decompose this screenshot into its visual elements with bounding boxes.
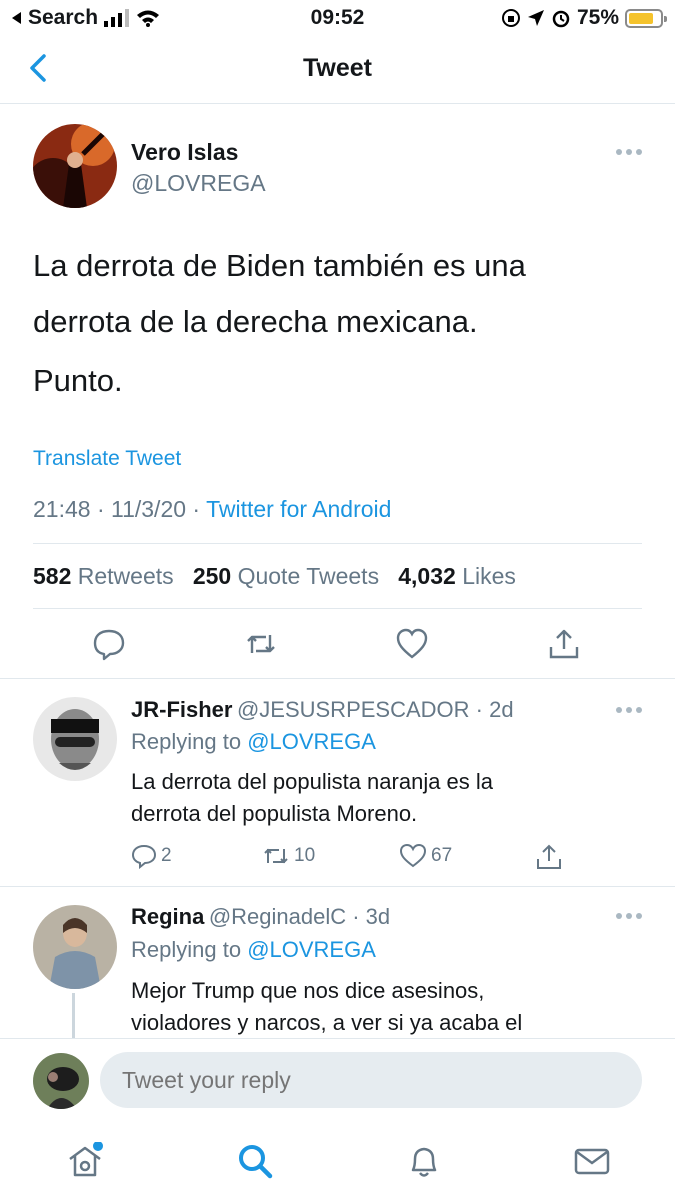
likes-stat[interactable]: 4,032 Likes [398, 563, 516, 589]
author-name[interactable]: Vero Islas [131, 139, 238, 166]
tweet-text-line-2: derrota de la derecha mexicana. [33, 304, 478, 339]
divider [33, 543, 642, 544]
status-indicators: 75% [501, 6, 667, 30]
divider [0, 678, 675, 679]
reply-text-line-1: La derrota del populista naranja es la [131, 769, 494, 794]
battery-percent: 75% [576, 6, 619, 29]
more-options-icon[interactable] [614, 911, 644, 921]
reply-avatar[interactable] [33, 905, 117, 989]
battery-level [629, 12, 653, 24]
reply-avatar[interactable] [33, 697, 117, 781]
reply-header: JR-Fisher @JESUSRPESCADOR · 2d [131, 697, 514, 723]
alarm-icon [552, 10, 570, 28]
reply-header: Regina @ReginadelC · 3d [131, 904, 390, 930]
status-bar: Search 09:52 75% [0, 0, 675, 36]
page-title: Tweet [303, 54, 372, 82]
search-icon[interactable] [236, 1142, 274, 1180]
divider [33, 608, 642, 609]
reply-author-handle[interactable]: @JESUSRPESCADOR · 2d [237, 697, 514, 722]
like-action[interactable]: 67 [399, 843, 452, 869]
retweet-icon[interactable] [244, 627, 278, 661]
like-count: 67 [431, 845, 453, 866]
replying-to: Replying to @LOVREGA [131, 729, 376, 754]
tweet-source-link[interactable]: Twitter for Android [206, 496, 391, 522]
tweet-timestamp: 21:48 · 11/3/20 · [33, 496, 207, 522]
reply-input[interactable] [100, 1052, 642, 1108]
author-handle[interactable]: @LOVREGA [131, 170, 266, 197]
my-avatar[interactable] [33, 1053, 89, 1109]
thread-line [72, 993, 75, 1038]
orientation-lock-icon [501, 9, 520, 27]
reply-icon[interactable] [92, 627, 126, 661]
share-icon[interactable] [535, 843, 563, 871]
author-avatar[interactable] [33, 124, 117, 208]
replying-to: Replying to @LOVREGA [131, 937, 376, 962]
reply-composer [0, 1038, 675, 1124]
battery-icon [625, 8, 667, 28]
reply-action[interactable]: 2 [131, 843, 172, 869]
translate-tweet-link[interactable]: Translate Tweet [33, 447, 181, 471]
reply-text-line-2: violadores y narcos, a ver si ya acaba e… [131, 1010, 523, 1035]
divider [0, 886, 675, 887]
replying-to-link[interactable]: @LOVREGA [247, 729, 376, 754]
retweets-stat[interactable]: 582 Retweets [33, 563, 174, 589]
nav-header: Tweet [0, 36, 675, 104]
tweet-stats: 582 Retweets 250 Quote Tweets 4,032 Like… [33, 563, 516, 590]
location-icon [527, 10, 544, 26]
tweet-meta: 21:48 · 11/3/20 · Twitter for Android [33, 496, 391, 523]
more-options-icon[interactable] [614, 147, 644, 157]
notifications-icon[interactable] [405, 1142, 443, 1180]
like-icon [399, 843, 427, 868]
retweet-count: 10 [294, 845, 316, 866]
more-options-icon[interactable] [614, 705, 644, 715]
reply-text-line-2: derrota del populista Moreno. [131, 801, 418, 826]
like-icon[interactable] [395, 627, 429, 661]
retweet-icon [264, 848, 288, 864]
reply-author-name[interactable]: Regina [131, 904, 204, 929]
reply-author-name[interactable]: JR-Fisher [131, 697, 232, 722]
tweet-text-line-3: Punto. [33, 363, 123, 398]
reply-count: 2 [161, 845, 172, 866]
replying-to-link[interactable]: @LOVREGA [247, 937, 376, 962]
tweet-text-line-1: La derrota de Biden también es una [33, 248, 526, 283]
quote-tweets-stat[interactable]: 250 Quote Tweets [193, 563, 379, 589]
tab-bar [0, 1124, 675, 1200]
reply-author-handle[interactable]: @ReginadelC · 3d [209, 904, 390, 929]
share-icon[interactable] [547, 627, 581, 661]
reply-icon [131, 844, 157, 869]
messages-icon[interactable] [573, 1142, 611, 1180]
reply-text-line-1: Mejor Trump que nos dice asesinos, [131, 978, 485, 1003]
home-icon[interactable] [66, 1142, 104, 1180]
retweet-action[interactable]: 10 [262, 843, 315, 869]
